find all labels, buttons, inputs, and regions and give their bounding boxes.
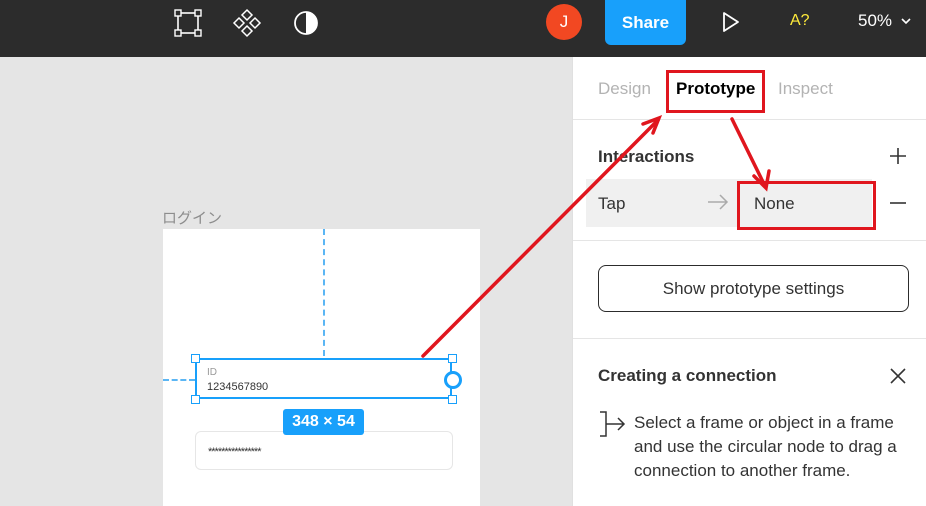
tab-inspect[interactable]: Inspect — [778, 79, 833, 99]
connection-icon — [600, 411, 626, 437]
show-prototype-settings-button[interactable]: Show prototype settings — [598, 265, 909, 312]
size-badge: 348 × 54 — [283, 409, 364, 435]
resize-handle-top-right[interactable] — [448, 354, 457, 363]
avatar[interactable]: J — [546, 4, 582, 40]
close-icon[interactable] — [889, 367, 907, 385]
divider — [573, 119, 926, 120]
component-icon[interactable] — [229, 8, 265, 38]
spacing-guide-vertical — [323, 229, 325, 356]
connection-help-text: Select a frame or object in a frame and … — [634, 413, 897, 480]
toolbar: J Share A? 50% — [0, 0, 926, 57]
interactions-title: Interactions — [598, 147, 695, 166]
divider — [573, 338, 926, 339]
password-input[interactable]: **************** — [195, 431, 453, 470]
resize-handle-bottom-left[interactable] — [191, 395, 200, 404]
accessibility-check[interactable]: A? — [790, 12, 810, 30]
connection-title: Creating a connection — [598, 366, 777, 385]
divider — [573, 240, 926, 241]
play-icon[interactable] — [720, 10, 742, 34]
zoom-level[interactable]: 50% — [858, 11, 892, 31]
id-field-value: 1234567890 — [207, 381, 269, 393]
contrast-icon[interactable] — [288, 8, 324, 38]
frame-label[interactable]: ログイン — [162, 207, 222, 228]
resize-handle-bottom-right[interactable] — [448, 395, 457, 404]
interaction-trigger[interactable]: Tap — [598, 194, 625, 214]
annotation-box-prototype — [666, 70, 765, 113]
spacing-guide-horizontal — [163, 379, 195, 381]
arrow-right-icon — [708, 194, 729, 210]
properties-panel: Design Prototype Inspect Interactions Ta… — [572, 57, 926, 506]
tab-design[interactable]: Design — [598, 79, 651, 99]
canvas[interactable]: ログイン ID 1234567890 **************** 348 … — [0, 57, 572, 506]
password-field-value: **************** — [208, 446, 261, 458]
annotation-box-action — [737, 181, 876, 230]
connection-node[interactable] — [444, 371, 462, 389]
share-button[interactable]: Share — [605, 0, 686, 45]
id-input-selected[interactable]: ID 1234567890 — [195, 358, 452, 399]
minus-icon[interactable] — [889, 194, 907, 212]
id-field-label: ID — [207, 367, 217, 378]
frame-tool-icon[interactable] — [170, 8, 206, 38]
chevron-down-icon[interactable] — [900, 16, 912, 26]
resize-handle-top-left[interactable] — [191, 354, 200, 363]
plus-icon[interactable] — [889, 147, 907, 165]
